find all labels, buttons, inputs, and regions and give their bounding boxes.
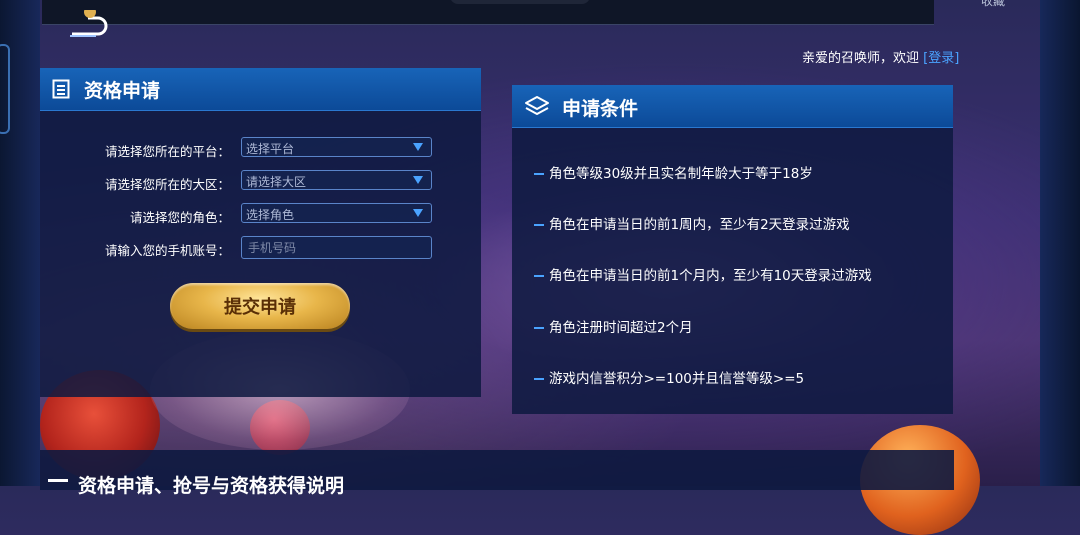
condition-item: 游戏内信誉积分>=100并且信誉等级>=5 xyxy=(534,367,804,387)
submit-button-label: 提交申请 xyxy=(224,297,296,318)
login-link[interactable]: [登录] xyxy=(923,51,959,66)
role-select-value: 选择角色 xyxy=(246,208,295,222)
favorites-link[interactable]: 收藏 xyxy=(981,0,1005,9)
apply-panel-title: 资格申请 xyxy=(84,80,161,102)
region-select[interactable]: 请选择大区 xyxy=(241,170,432,190)
apply-panel: 资格申请 请选择您所在的平台： 选择平台 请选择您所在的大区： 请选择大区 请选… xyxy=(40,68,481,397)
conditions-panel-header: 申请条件 xyxy=(512,85,953,128)
list-icon xyxy=(48,479,68,482)
layers-icon xyxy=(525,96,549,115)
game-logo-icon xyxy=(70,10,108,37)
dropdown-arrow-icon xyxy=(413,209,423,217)
platform-label: 请选择您所在的平台： xyxy=(104,144,230,159)
bullet-dash-icon xyxy=(534,224,544,226)
platform-select[interactable]: 选择平台 xyxy=(241,137,432,157)
condition-item: 角色在申请当日的前1个月内，至少有10天登录过游戏 xyxy=(534,264,872,284)
bullet-dash-icon xyxy=(534,173,544,175)
welcome-bar: 亲爱的召唤师，欢迎 [登录] xyxy=(802,47,959,66)
condition-item: 角色在申请当日的前1周内，至少有2天登录过游戏 xyxy=(534,213,850,233)
phone-label: 请输入您的手机账号： xyxy=(104,243,230,258)
dropdown-arrow-icon xyxy=(413,143,423,151)
region-label: 请选择您所在的大区： xyxy=(104,177,230,192)
dropdown-arrow-icon xyxy=(413,176,423,184)
top-bar-tab xyxy=(450,0,590,4)
top-bar xyxy=(42,0,934,25)
submit-application-button[interactable]: 提交申请 xyxy=(170,283,350,329)
condition-item: 角色等级30级并且实名制年龄大于等于18岁 xyxy=(534,162,813,182)
apply-panel-header: 资格申请 xyxy=(40,68,481,111)
bullet-dash-icon xyxy=(534,275,544,277)
phone-input[interactable] xyxy=(242,237,431,258)
condition-item: 角色注册时间超过2个月 xyxy=(534,316,693,336)
side-tab-handle[interactable] xyxy=(0,44,10,134)
bullet-dash-icon xyxy=(534,327,544,329)
conditions-panel: 申请条件 角色等级30级并且实名制年龄大于等于18岁 角色在申请当日的前1周内，… xyxy=(512,85,953,414)
bullet-dash-icon xyxy=(534,378,544,380)
info-section-title: 资格申请、抢号与资格获得说明 xyxy=(78,475,345,497)
right-frame xyxy=(1040,0,1080,486)
role-label: 请选择您的角色： xyxy=(129,210,230,225)
role-select[interactable]: 选择角色 xyxy=(241,203,432,223)
phone-field[interactable] xyxy=(241,236,432,259)
region-select-value: 请选择大区 xyxy=(246,175,307,189)
welcome-text: 亲爱的召唤师，欢迎 xyxy=(802,51,920,66)
platform-select-value: 选择平台 xyxy=(246,142,295,156)
conditions-panel-title: 申请条件 xyxy=(562,98,639,120)
document-icon xyxy=(52,79,70,99)
